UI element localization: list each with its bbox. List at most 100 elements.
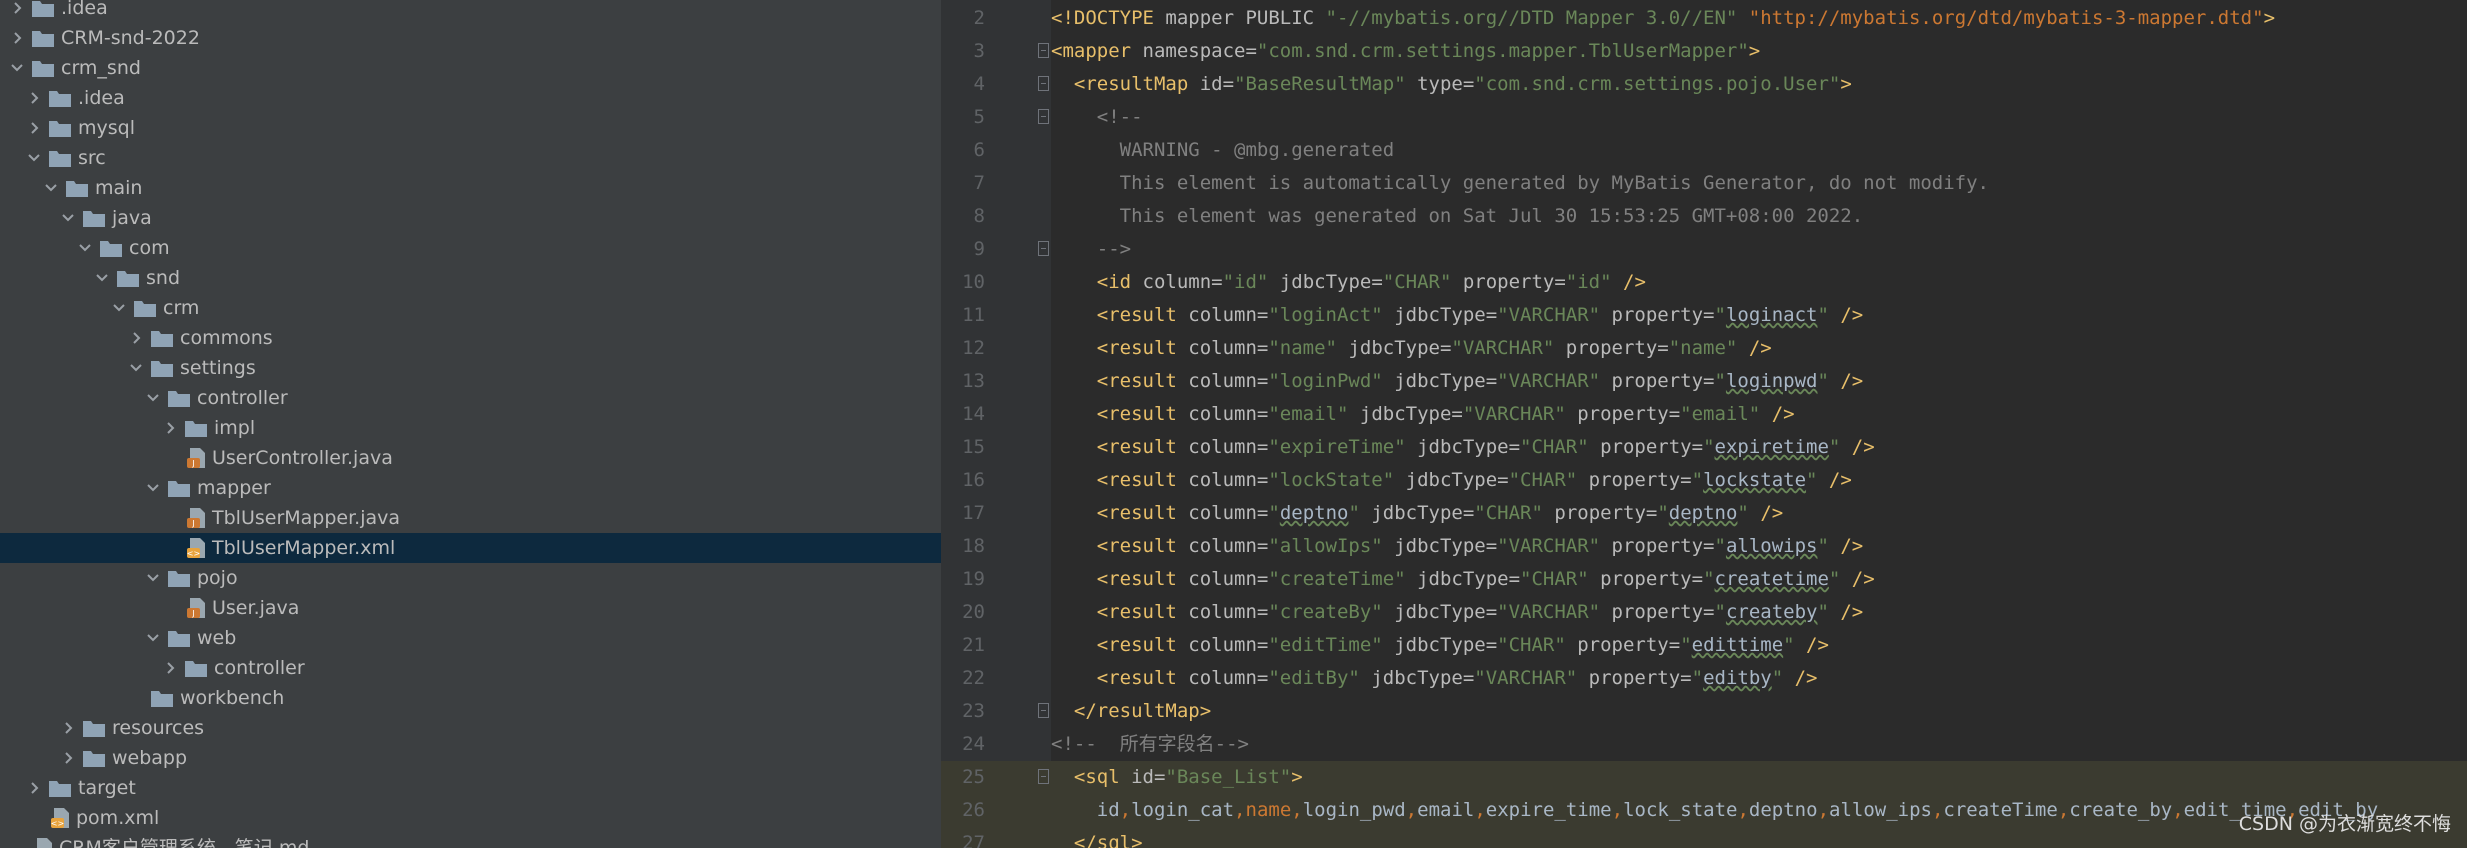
code-text[interactable]: </resultMap> [1051, 695, 1211, 728]
tree-item[interactable]: src [0, 143, 941, 173]
code-line[interactable]: 25 <sql id="Base_List"> [941, 761, 2467, 794]
code-text[interactable]: This element was generated on Sat Jul 30… [1051, 200, 1864, 233]
code-line[interactable]: 18 <result column="allowIps" jdbcType="V… [941, 530, 2467, 563]
tree-item[interactable]: .idea [0, 83, 941, 113]
chevron-down-icon[interactable] [129, 358, 143, 378]
tree-item[interactable]: crm_snd [0, 53, 941, 83]
project-tree[interactable]: .idea CRM-snd-2022 crm_snd .idea mysql src mai… [0, 0, 941, 848]
chevron-right-icon[interactable] [10, 28, 24, 48]
chevron-down-icon[interactable] [44, 178, 58, 198]
code-text[interactable]: <mapper namespace="com.snd.crm.settings.… [1051, 35, 1760, 68]
tree-item[interactable]: com [0, 233, 941, 263]
code-line[interactable]: 4 <resultMap id="BaseResultMap" type="co… [941, 68, 2467, 101]
chevron-right-icon[interactable] [27, 118, 41, 138]
tree-item[interactable]: mysql [0, 113, 941, 143]
tree-item[interactable]: .idea [0, 0, 941, 23]
tree-item[interactable]: <> TblUserMapper.xml [0, 533, 941, 563]
code-line[interactable]: 8 This element was generated on Sat Jul … [941, 200, 2467, 233]
tree-item[interactable]: settings [0, 353, 941, 383]
tree-item[interactable]: J User.java [0, 593, 941, 623]
code-line[interactable]: 5 <!-- [941, 101, 2467, 134]
code-text[interactable]: <result column="email" jdbcType="VARCHAR… [1051, 398, 1795, 431]
code-line[interactable]: 7 This element is automatically generate… [941, 167, 2467, 200]
chevron-right-icon[interactable] [129, 328, 143, 348]
tree-item[interactable]: main [0, 173, 941, 203]
tree-item[interactable]: target [0, 773, 941, 803]
fold-marker-icon[interactable] [1038, 769, 1049, 784]
fold-marker-icon[interactable] [1038, 241, 1049, 256]
code-line[interactable]: 14 <result column="email" jdbcType="VARC… [941, 398, 2467, 431]
tree-item[interactable]: controller [0, 653, 941, 683]
tree-item[interactable]: J TblUserMapper.java [0, 503, 941, 533]
chevron-down-icon[interactable] [61, 208, 75, 228]
tree-item[interactable]: CRM-snd-2022 [0, 23, 941, 53]
tree-item[interactable]: snd [0, 263, 941, 293]
code-text[interactable]: <result column="name" jdbcType="VARCHAR"… [1051, 332, 1772, 365]
code-text[interactable]: id,login_cat,name,login_pwd,email,expire… [1051, 794, 2378, 827]
code-line[interactable]: 20 <result column="createBy" jdbcType="V… [941, 596, 2467, 629]
code-text[interactable]: <result column="deptno" jdbcType="CHAR" … [1051, 497, 1783, 530]
chevron-down-icon[interactable] [146, 568, 160, 588]
chevron-right-icon[interactable] [61, 718, 75, 738]
code-text[interactable]: <result column="editTime" jdbcType="CHAR… [1051, 629, 1829, 662]
code-text[interactable]: WARNING - @mbg.generated [1051, 134, 1395, 167]
code-text[interactable]: <result column="loginAct" jdbcType="VARC… [1051, 299, 1863, 332]
tree-item[interactable]: <> pom.xml [0, 803, 941, 833]
code-line[interactable]: 15 <result column="expireTime" jdbcType=… [941, 431, 2467, 464]
code-text[interactable]: <result column="expireTime" jdbcType="CH… [1051, 431, 1875, 464]
tree-item[interactable]: crm [0, 293, 941, 323]
tree-item[interactable]: controller [0, 383, 941, 413]
tree-item[interactable]: workbench [0, 683, 941, 713]
code-line[interactable]: 9 --> [941, 233, 2467, 266]
code-line[interactable]: 10 <id column="id" jdbcType="CHAR" prope… [941, 266, 2467, 299]
code-line[interactable]: 19 <result column="createTime" jdbcType=… [941, 563, 2467, 596]
code-text[interactable]: <id column="id" jdbcType="CHAR" property… [1051, 266, 1646, 299]
chevron-right-icon[interactable] [163, 658, 177, 678]
code-text[interactable]: This element is automatically generated … [1051, 167, 1989, 200]
chevron-down-icon[interactable] [146, 388, 160, 408]
code-text[interactable]: <resultMap id="BaseResultMap" type="com.… [1051, 68, 1852, 101]
chevron-right-icon[interactable] [27, 778, 41, 798]
chevron-down-icon[interactable] [78, 238, 92, 258]
tree-item[interactable]: M CRM客户管理系统 - 笔记.md [0, 833, 941, 848]
code-text[interactable]: <!DOCTYPE mapper PUBLIC "-//mybatis.org/… [1051, 2, 2275, 35]
code-line[interactable]: 16 <result column="lockState" jdbcType="… [941, 464, 2467, 497]
code-text[interactable]: <result column="lockState" jdbcType="CHA… [1051, 464, 1852, 497]
code-editor[interactable]: 2 <!DOCTYPE mapper PUBLIC "-//mybatis.org… [941, 0, 2467, 848]
tree-item[interactable]: impl [0, 413, 941, 443]
code-text[interactable]: <sql id="Base_List"> [1051, 761, 1303, 794]
code-line[interactable]: 11 <result column="loginAct" jdbcType="V… [941, 299, 2467, 332]
chevron-right-icon[interactable] [61, 748, 75, 768]
tree-item[interactable]: web [0, 623, 941, 653]
tree-item[interactable]: J UserController.java [0, 443, 941, 473]
chevron-down-icon[interactable] [146, 628, 160, 648]
chevron-right-icon[interactable] [27, 88, 41, 108]
code-line[interactable]: 21 <result column="editTime" jdbcType="C… [941, 629, 2467, 662]
tree-item[interactable]: commons [0, 323, 941, 353]
tree-item[interactable]: mapper [0, 473, 941, 503]
chevron-right-icon[interactable] [163, 418, 177, 438]
chevron-down-icon[interactable] [95, 268, 109, 288]
code-line[interactable]: 3 <mapper namespace="com.snd.crm.settings… [941, 35, 2467, 68]
fold-marker-icon[interactable] [1038, 43, 1049, 58]
fold-marker-icon[interactable] [1038, 109, 1049, 124]
code-text[interactable]: </sql> [1051, 827, 1143, 848]
chevron-right-icon[interactable] [10, 0, 24, 18]
fold-marker-icon[interactable] [1038, 703, 1049, 718]
code-text[interactable]: <result column="createBy" jdbcType="VARC… [1051, 596, 1863, 629]
code-line[interactable]: 23 </resultMap> [941, 695, 2467, 728]
chevron-down-icon[interactable] [10, 58, 24, 78]
code-text[interactable]: <result column="createTime" jdbcType="CH… [1051, 563, 1875, 596]
tree-item[interactable]: pojo [0, 563, 941, 593]
code-text[interactable]: <!-- [1051, 101, 1143, 134]
tree-item[interactable]: resources [0, 713, 941, 743]
code-line[interactable]: 17 <result column="deptno" jdbcType="CHA… [941, 497, 2467, 530]
code-text[interactable]: <!-- 所有字段名--> [1051, 728, 1249, 761]
tree-item[interactable]: java [0, 203, 941, 233]
code-text[interactable]: <result column="allowIps" jdbcType="VARC… [1051, 530, 1863, 563]
code-line[interactable]: 6 WARNING - @mbg.generated [941, 134, 2467, 167]
code-text[interactable]: <result column="loginPwd" jdbcType="VARC… [1051, 365, 1863, 398]
chevron-down-icon[interactable] [112, 298, 126, 318]
code-line[interactable]: 24 <!-- 所有字段名--> [941, 728, 2467, 761]
code-line[interactable]: 12 <result column="name" jdbcType="VARCH… [941, 332, 2467, 365]
